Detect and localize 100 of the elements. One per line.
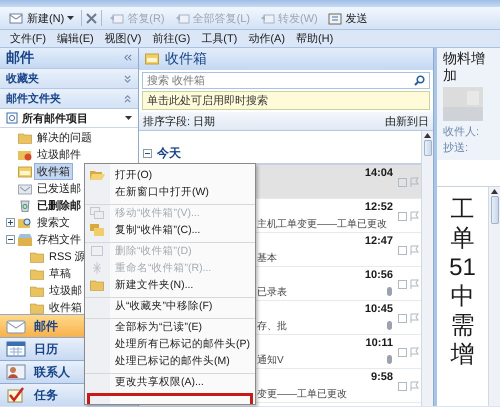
pane-title: 邮件 [6,49,34,67]
inbox-icon [145,53,159,65]
message-time: 12:47 [364,235,393,249]
scroll-thumb[interactable] [490,196,498,224]
search-icon[interactable] [414,75,425,86]
flag-icon[interactable] [410,245,419,255]
folder-item[interactable]: 草稿 [47,266,73,281]
stacked-pages-icon [90,207,104,219]
menu-item[interactable]: 帮助(H) [296,31,334,46]
folder-item[interactable]: 垃圾邮件 [35,147,83,162]
dropdown-caret-icon [67,16,74,20]
folder-item[interactable]: 已发送邮 [35,181,83,196]
folder-item[interactable]: 存档文件 [35,232,83,247]
message-body-text: 增 [450,340,474,369]
message-time: 10:56 [364,269,393,283]
category-checkbox[interactable] [398,178,407,186]
folder-item[interactable]: 收件箱 [47,300,84,314]
flag-icon[interactable] [410,381,419,391]
task-checkmark-icon [6,387,26,403]
scrollbar[interactable] [488,187,500,406]
message-body-text: 中 [450,282,474,311]
message-snippet: 通知V [257,354,285,366]
search-folder-icon [18,216,32,228]
menu-item[interactable]: 文件(F) [10,31,46,46]
expand-toggle[interactable] [6,218,15,227]
menu-item[interactable]: 动作(A) [248,31,285,46]
sort-order[interactable]: 由新到日 [385,114,429,128]
delete-icon[interactable] [86,12,98,24]
folder-icon [30,284,44,296]
collapse-toggle[interactable] [6,235,15,244]
rename-icon [90,262,104,274]
flag-icon[interactable] [410,279,419,289]
menu-item[interactable]: 前往(G) [152,31,190,46]
recipient-label: 收件人: [443,125,480,140]
category-checkbox[interactable] [398,382,407,390]
collapse-toggle[interactable] [143,148,152,158]
scroll-thumb[interactable] [424,140,432,156]
folder-item[interactable]: 已删除邮 [35,198,83,213]
category-checkbox[interactable] [398,246,407,254]
flag-icon[interactable] [410,313,419,323]
scroll-up-icon[interactable] [424,133,431,138]
message-snippet: 存、批 [257,320,288,332]
category-checkbox[interactable] [398,212,407,220]
message-body-text: 51 [449,253,476,282]
menu-item[interactable]: 编辑(E) [57,31,94,46]
folder-item[interactable]: 解决的问题 [35,130,94,145]
inbox-icon [18,166,32,178]
instant-search-bar[interactable]: 单击此处可启用即时搜索 [142,91,430,110]
menu-item[interactable]: 更改共享权限(A)... [85,373,255,390]
message-subject: 物料增 [443,50,486,67]
message-time: 9:58 [370,371,393,385]
folder-item[interactable]: 搜索文 [35,215,72,230]
message-snippet: 已录表 [257,286,288,298]
search-field[interactable]: 搜索 收件箱 [142,72,430,89]
trash-icon [18,200,32,212]
menu-item[interactable]: 从“收藏夹”中移除(F) [85,297,255,314]
collapse-icon[interactable] [124,54,132,62]
flag-icon[interactable] [410,211,419,221]
category-checkbox[interactable] [398,348,407,356]
flag-icon[interactable] [410,347,419,357]
envelope-icon [6,318,26,334]
cc-label: 抄送: [443,141,470,156]
send-receive-icon [328,12,343,24]
envelope-icon [18,182,32,194]
new-folder-icon [90,278,104,290]
message-time: 12:52 [364,201,393,215]
copy-folder-icon [90,224,104,236]
category-checkbox[interactable] [398,280,407,288]
category-checkbox[interactable] [398,314,407,322]
dropdown-caret-icon[interactable] [125,116,132,120]
scrollbar[interactable] [421,131,433,406]
collapse-icon[interactable] [124,94,132,102]
menu-item[interactable]: 视图(V) [104,31,142,46]
message-subject: 加 [443,67,458,84]
open-folder-icon [90,168,104,180]
section-header[interactable]: 收藏夹 [6,71,39,86]
folder-view-selector[interactable]: 所有邮件项目 [22,110,88,126]
folder-title: 收件箱 [165,50,207,68]
message-snippet: 变更——工单已更改 [257,388,348,400]
message-snippet: 基本 [257,252,278,264]
message-body-text: 需 [450,311,474,340]
message-time: 10:45 [364,303,393,317]
message-time: 14:04 [364,167,393,181]
folder-item[interactable]: 垃圾邮 [47,283,84,298]
sort-label[interactable]: 排序字段: 日期 [143,114,216,128]
folder-item[interactable]: 收件箱 [35,164,72,179]
envelope-icon [9,12,24,24]
message-body-text: 单 [450,224,474,253]
toolbar-button[interactable]: 新建(N) [6,10,78,26]
toolbar-button[interactable]: 发送 [324,10,371,26]
menu-item[interactable]: 全部标为“已读”(E) [85,318,255,335]
expand-icon[interactable] [124,74,132,82]
menu-item[interactable]: 工具(T) [201,31,238,46]
folder-icon [30,268,44,280]
reply-icon [109,12,124,24]
calendar-icon [6,341,26,357]
scroll-up-icon[interactable] [491,189,498,194]
message-body-text: 工 [450,195,474,224]
flag-icon[interactable] [410,177,419,187]
folder-icon [30,250,44,262]
